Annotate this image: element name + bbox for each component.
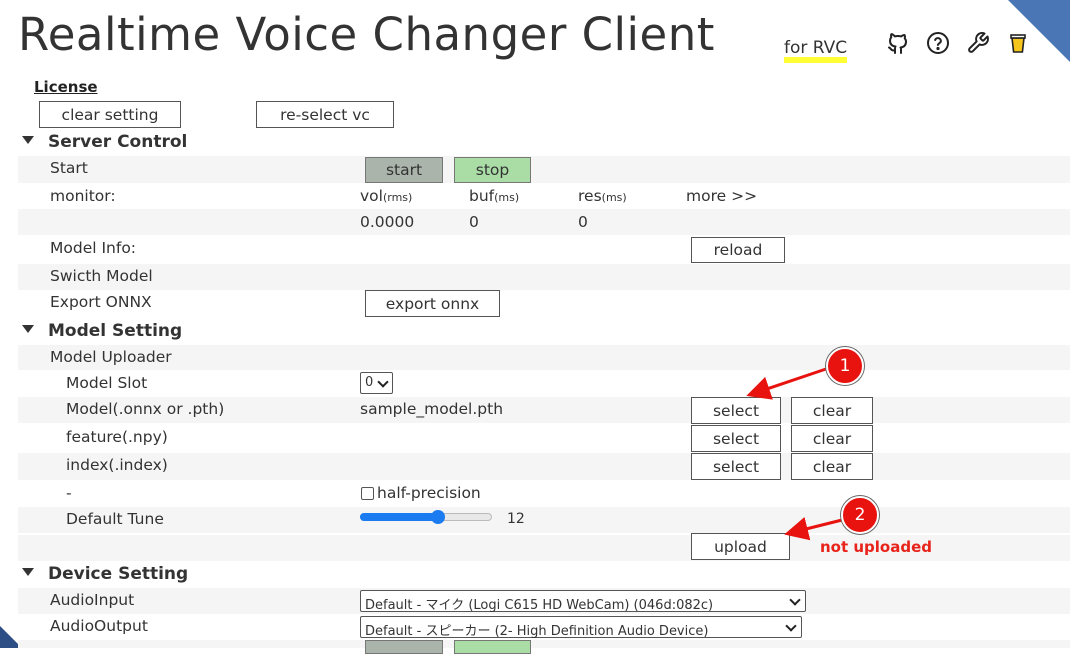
arrow-to-select — [746, 367, 827, 400]
annotation-badge-1: 1 — [826, 347, 864, 385]
not-uploaded-note: not uploaded — [820, 538, 933, 556]
annotation-badge-2: 2 — [841, 496, 879, 534]
arrow-to-upload — [784, 516, 843, 541]
